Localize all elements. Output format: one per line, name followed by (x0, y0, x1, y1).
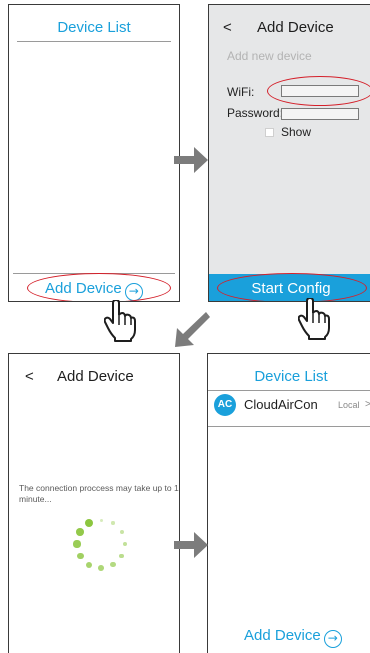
chevron-right-icon: > (365, 399, 370, 410)
arrow-right-circle-icon: → (323, 630, 342, 648)
page-title: Add Device (57, 368, 134, 385)
password-input[interactable] (281, 108, 359, 120)
spinner-dot (122, 541, 128, 547)
spinner-dot (76, 528, 84, 536)
highlight-ellipse (217, 273, 367, 301)
spinner-dot (85, 519, 93, 528)
spinner-dot (119, 530, 124, 534)
page-title: Add Device (257, 19, 334, 36)
back-button[interactable]: < (25, 368, 34, 385)
arrow-right-icon (174, 147, 208, 173)
spinner-dot (73, 540, 81, 548)
arrow-right-icon (174, 532, 208, 558)
connecting-screen: < Add Device The connection proccess may… (8, 353, 180, 653)
page-title: Device List (254, 368, 328, 385)
show-password-checkbox[interactable] (265, 128, 274, 137)
password-label: Password: (227, 106, 284, 120)
device-avatar: AC (214, 394, 236, 416)
spinner-dot (76, 552, 84, 560)
divider (208, 426, 370, 427)
device-list-item[interactable]: AC CloudAirCon Local > (208, 390, 370, 426)
spinner-dot (98, 565, 104, 571)
device-list-screen-empty: Device List Add Device → (8, 4, 180, 302)
spinner-dot (111, 521, 115, 525)
spinner-dot (119, 553, 125, 559)
spinner-dot (110, 562, 116, 568)
add-device-label: Add Device (244, 627, 321, 644)
loading-spinner-icon (71, 514, 131, 574)
hand-pointer-icon (298, 298, 330, 340)
add-device-form-screen: < Add Device Add new device WiFi: Passwo… (208, 4, 370, 302)
back-button[interactable]: < (223, 19, 232, 36)
spinner-dot (99, 518, 103, 522)
arrow-down-left-icon (175, 312, 210, 347)
wifi-label: WiFi: (227, 85, 255, 99)
show-label: Show (281, 125, 312, 139)
add-device-button[interactable]: Add Device → (244, 627, 342, 648)
form-placeholder: Add new device (227, 49, 312, 63)
hand-pointer-icon (104, 300, 136, 342)
divider (17, 41, 171, 42)
device-status: Local (338, 400, 360, 410)
connection-message: The connection proccess may take up to 1… (19, 483, 179, 504)
page-title: Device List (57, 19, 131, 36)
highlight-ellipse (267, 76, 370, 106)
device-name: CloudAirCon (244, 397, 318, 412)
device-list-screen: Device List AC CloudAirCon Local > Add D… (207, 353, 370, 653)
highlight-ellipse (27, 273, 171, 301)
spinner-dot (85, 561, 93, 568)
